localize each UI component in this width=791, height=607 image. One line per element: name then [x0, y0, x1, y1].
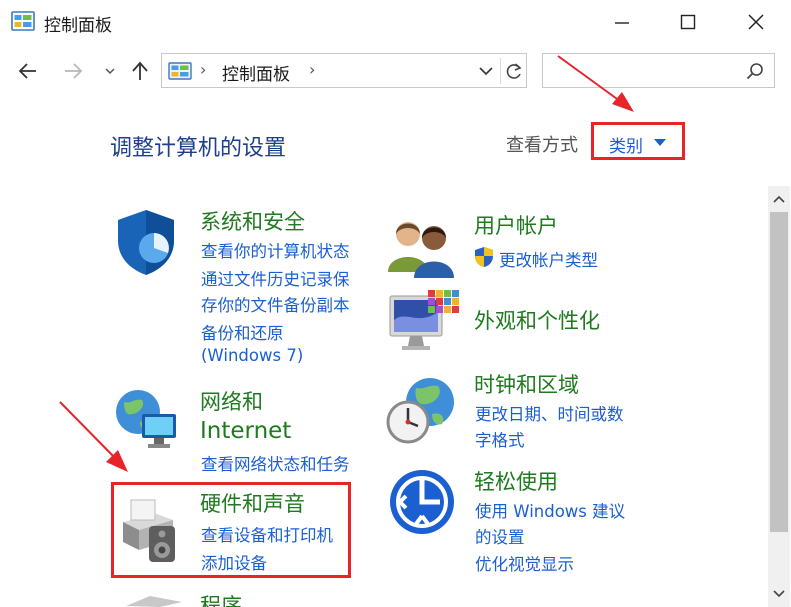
caret-down-icon	[654, 139, 666, 146]
close-icon	[748, 14, 764, 30]
up-button[interactable]	[129, 58, 151, 84]
category-user-accounts[interactable]: 用户帐户	[474, 210, 558, 240]
link-file-history[interactable]: 通过文件历史记录保	[201, 266, 350, 290]
clock-globe-icon[interactable]	[386, 374, 458, 446]
arrow-left-icon	[18, 63, 36, 79]
scroll-up-button[interactable]	[768, 186, 790, 212]
link-view-computer-status[interactable]: 查看你的计算机状态	[201, 238, 350, 262]
network-globe-icon[interactable]	[110, 384, 182, 456]
annotation-arrowhead-view-by	[612, 92, 634, 112]
category-clock-region[interactable]: 时钟和区域	[474, 369, 579, 399]
address-bar[interactable]: › 控制面板 ›	[161, 53, 527, 88]
title-bar: 控制面板	[0, 0, 791, 44]
control-panel-icon	[11, 11, 35, 31]
highlight-frame-hardware-sound	[111, 482, 351, 578]
shield-icon[interactable]	[110, 206, 182, 278]
chevron-down-icon	[105, 68, 115, 75]
view-by-value[interactable]: 类别	[609, 132, 643, 157]
breadcrumb-separator[interactable]: ›	[200, 60, 206, 79]
link-windows-suggested-settings[interactable]: 使用 Windows 建议	[475, 498, 625, 522]
link-file-history-2[interactable]: 存你的文件备份副本	[201, 292, 350, 316]
chevron-down-icon[interactable]	[477, 63, 495, 79]
search-icon	[746, 63, 763, 80]
category-network-internet-line2[interactable]: Internet	[200, 418, 291, 444]
category-network-internet[interactable]: 网络和	[200, 386, 263, 416]
link-backup-restore-2[interactable]: (Windows 7)	[201, 346, 303, 365]
monitor-personalize-icon[interactable]	[388, 290, 460, 362]
minimize-icon	[615, 22, 629, 24]
control-panel-icon	[168, 62, 192, 80]
refresh-icon[interactable]	[504, 60, 524, 82]
scrollbar-thumb[interactable]	[770, 212, 788, 532]
page-title: 调整计算机的设置	[110, 136, 287, 161]
link-change-date-time[interactable]: 更改日期、时间或数	[475, 401, 624, 425]
link-change-date-time-2[interactable]: 字格式	[475, 427, 525, 451]
users-icon[interactable]	[386, 212, 458, 284]
category-programs[interactable]: 程序	[200, 590, 242, 607]
arrow-up-icon	[132, 61, 148, 80]
link-view-network-status[interactable]: 查看网络状态和任务	[201, 451, 350, 475]
maximize-icon	[680, 14, 696, 30]
uac-shield-icon	[475, 247, 493, 267]
breadcrumb-separator[interactable]: ›	[309, 60, 315, 79]
programs-icon[interactable]	[120, 592, 192, 607]
back-button[interactable]	[17, 58, 39, 84]
scroll-down-button[interactable]	[768, 582, 790, 606]
recent-locations-button[interactable]	[99, 58, 121, 84]
search-input[interactable]	[542, 53, 775, 88]
ease-of-access-icon[interactable]	[386, 466, 458, 538]
divider	[500, 58, 501, 84]
category-appearance-personalization[interactable]: 外观和个性化	[474, 305, 600, 335]
maximize-button[interactable]	[665, 6, 711, 38]
arrow-right-icon	[65, 63, 83, 79]
minimize-button[interactable]	[599, 6, 645, 38]
window-title: 控制面板	[44, 16, 112, 36]
view-by-dropdown[interactable]: 类别	[591, 122, 685, 160]
link-optimize-visual-display[interactable]: 优化视觉显示	[475, 551, 574, 575]
close-button[interactable]	[733, 6, 779, 38]
view-by-label: 查看方式	[506, 135, 578, 156]
category-ease-of-access[interactable]: 轻松使用	[474, 466, 558, 496]
link-change-account-type[interactable]: 更改帐户类型	[499, 247, 598, 271]
link-backup-restore[interactable]: 备份和还原	[201, 320, 284, 344]
breadcrumb-control-panel[interactable]: 控制面板	[222, 60, 290, 85]
forward-button[interactable]	[62, 58, 84, 84]
category-system-security[interactable]: 系统和安全	[200, 206, 305, 236]
chevron-up-icon	[773, 195, 785, 203]
link-windows-suggested-settings-2[interactable]: 的设置	[475, 524, 525, 548]
chevron-down-icon	[773, 590, 785, 598]
